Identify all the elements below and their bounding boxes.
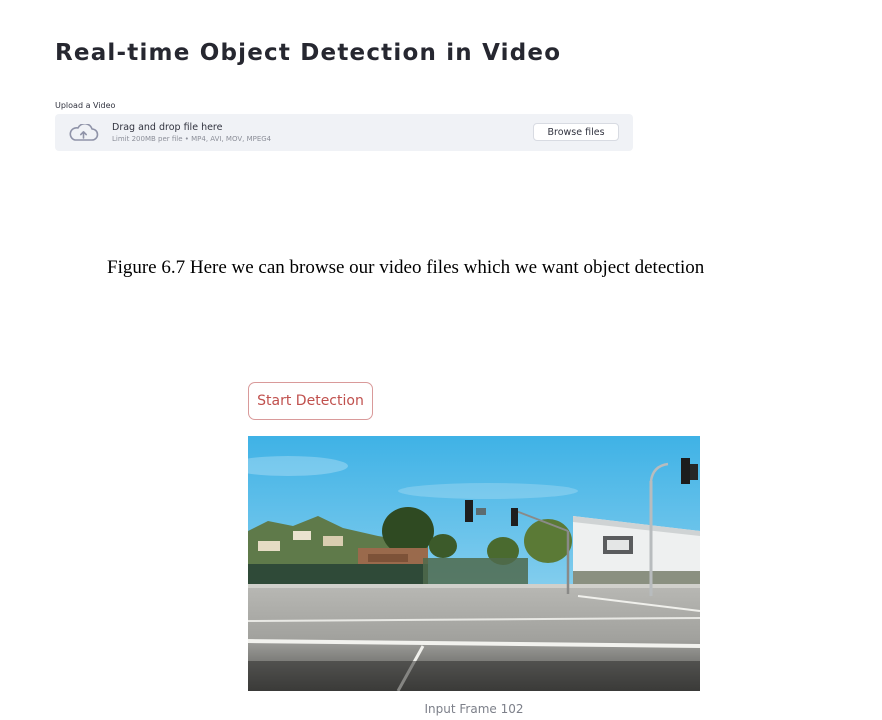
- cloud-upload-icon: [68, 122, 99, 142]
- browse-files-button[interactable]: Browse files: [533, 123, 619, 141]
- frame-caption: Input Frame 102: [424, 702, 524, 716]
- video-frame-image: [248, 436, 700, 691]
- start-detection-button[interactable]: Start Detection: [248, 382, 373, 420]
- file-dropzone[interactable]: Drag and drop file here Limit 200MB per …: [55, 114, 633, 151]
- dropzone-instructions: Drag and drop file here: [112, 122, 223, 133]
- dropzone-limit: Limit 200MB per file • MP4, AVI, MOV, MP…: [112, 135, 272, 143]
- page-title: Real-time Object Detection in Video: [55, 40, 562, 66]
- upload-label: Upload a Video: [55, 101, 116, 110]
- figure-caption: Figure 6.7 Here we can browse our video …: [107, 257, 705, 278]
